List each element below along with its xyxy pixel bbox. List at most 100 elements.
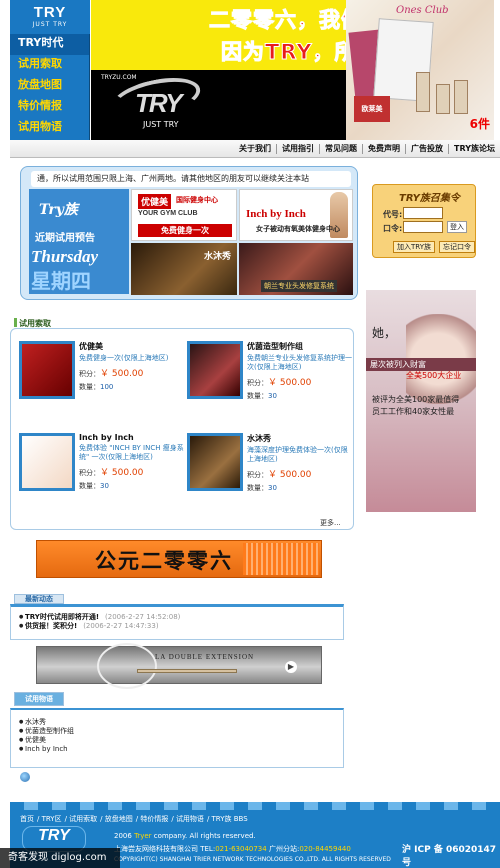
bath-label: 水沐秀 — [203, 252, 231, 262]
cosmetic-bottle-image — [416, 72, 430, 112]
story-item[interactable]: Inch by Inch — [19, 745, 335, 754]
stripe-decoration — [243, 543, 319, 575]
try-logo-banner: TRYZU.COM TRY JUST TRY — [91, 70, 346, 140]
gym-free-offer: 免费健身一次 — [138, 224, 232, 237]
try-tribe-logo: Try族 — [39, 202, 78, 218]
nav-item-trial-request[interactable]: 试用索取 — [10, 55, 89, 76]
link-faq[interactable]: 常见问题 — [319, 144, 362, 154]
product-showcase-image[interactable]: Ones Club 欧莱美 6件 — [346, 0, 494, 140]
stories-panel: 水沐秀 优菌造型制作组 优健美 Inch by Inch — [10, 708, 344, 768]
link-forum[interactable]: TRY族论坛 — [448, 144, 500, 154]
product-name[interactable]: 优菌造型制作组 — [247, 341, 353, 352]
link-advertising[interactable]: 广告投放 — [405, 144, 448, 154]
nav-item-store-map[interactable]: 放盘地图 — [10, 76, 89, 97]
inch-by-inch-ad[interactable]: Inch by Inch 女子被动有氧美体健身中心 — [239, 189, 353, 241]
code-label: 代号: — [383, 210, 403, 219]
rights-line: COPYRIGHT(C) SHANGHAI TRIER NETWORK TECH… — [114, 856, 391, 863]
salon-label: 朝兰专业头发修复系统 — [261, 280, 337, 292]
more-link[interactable]: 更多... — [320, 518, 341, 528]
news-item[interactable]: TRY时代试用即将开通!(2006-2-27 14:52:08) — [19, 613, 335, 622]
product-name[interactable]: Inch by Inch — [79, 433, 185, 442]
product-image[interactable] — [187, 341, 243, 399]
arrow-right-icon[interactable]: ▶ — [285, 661, 297, 673]
thursday-chinese-label: 星期四 — [31, 269, 91, 293]
story-item[interactable]: 优健美 — [19, 736, 335, 745]
gym-club-ad[interactable]: 优健美 国际健身中心 YOUR GYM CLUB 免费健身一次 — [131, 189, 237, 241]
forgot-password-button[interactable]: 忘记口令 — [439, 241, 475, 253]
logo-subtext: JUST TRY — [32, 21, 68, 28]
story-item[interactable]: 优菌造型制作组 — [19, 727, 335, 736]
link-disclaimer[interactable]: 免费声明 — [362, 144, 405, 154]
cosmetics-banner[interactable]: LA DOUBLE EXTENSION ▶ — [36, 643, 322, 689]
password-label: 口令: — [383, 224, 403, 233]
upcoming-trials-label: 近期试用预告 — [35, 233, 95, 244]
site-logo[interactable]: TRY JUST TRY — [10, 0, 90, 34]
product-image[interactable] — [187, 433, 243, 491]
gym-club-name: YOUR GYM CLUB — [138, 210, 198, 217]
footer-link-try-zone[interactable]: TRY区 — [42, 815, 62, 823]
product-image[interactable] — [19, 341, 75, 399]
try-logo-sub: JUST TRY — [143, 120, 179, 129]
product-quantity: 数量：100 — [79, 383, 114, 391]
news-panel: TRY时代试用即将开通!(2006-2-27 14:52:08) 供货报！奖积分… — [10, 604, 344, 640]
product-image[interactable] — [19, 433, 75, 491]
join-button[interactable]: 加入TRY族 — [393, 241, 435, 253]
stories-section-title: 试用物语 — [14, 692, 64, 706]
upcoming-trials-ad[interactable]: Try族 近期试用预告 Thursday 星期四 — [29, 189, 129, 294]
product-card[interactable]: 优菌造型制作组 免费朝兰专业头发修复系统护理一次(仅限上海地区) 积分：￥ 50… — [187, 341, 355, 411]
footer-links: 首页 / TRY区 / 试用索取 / 放盘地图 / 特价情报 / 试用物语 / TRY族 B… — [20, 815, 248, 823]
inch-subtitle: 女子被动有氧美体健身中心 — [256, 225, 340, 233]
product-card[interactable]: Inch by Inch 免费体验 "INCH BY INCH 瘦身系统" 一次… — [19, 433, 187, 503]
right-side-ad[interactable]: 她， 屡次被列入财富 全美500大企业 被评为全美100家最值得 员工工作和40… — [366, 290, 476, 512]
product-desc: 免费健身一次(仅限上海地区) — [79, 354, 169, 362]
product-name[interactable]: 水沐秀 — [247, 433, 353, 444]
thursday-label: Thursday — [31, 247, 99, 266]
footer-link-home[interactable]: 首页 — [20, 815, 34, 823]
link-trial-guide[interactable]: 试用指引 — [276, 144, 319, 154]
logo-text: TRY — [33, 4, 67, 21]
try-logo-word: TRY — [135, 88, 183, 118]
code-input[interactable] — [403, 207, 443, 219]
product-quantity: 数量：30 — [79, 482, 109, 490]
inch-title: Inch by Inch — [246, 208, 306, 220]
nav-item-try-era[interactable]: TRY时代 — [10, 34, 89, 55]
link-about-us[interactable]: 关于我们 — [234, 144, 276, 154]
product-count: 6件 — [469, 117, 490, 131]
product-card[interactable]: 水沐秀 海藻深度护理免费体验一次(仅限上海地区) 积分：￥ 500.00 数量：… — [187, 433, 355, 503]
cosmetics-banner-text: LA DOUBLE EXTENSION — [155, 653, 255, 661]
login-button[interactable]: 登入 — [447, 221, 467, 233]
product-quantity: 数量：30 — [247, 392, 277, 400]
footer-link-trial-request[interactable]: 试用索取 — [69, 815, 97, 823]
product-name[interactable]: 优健美 — [79, 341, 185, 352]
cosmetic-bottle-image — [454, 80, 468, 114]
bath-show-ad[interactable]: 水沐秀 — [131, 243, 237, 295]
ring-decoration — [97, 643, 157, 689]
ad-line-1: 她， — [372, 326, 397, 340]
product-quantity: 数量：30 — [247, 484, 277, 492]
top-link-bar: 关于我们 试用指引 常见问题 免费声明 广告投放 TRY族论坛 — [10, 140, 500, 158]
nav-item-trial-stories[interactable]: 试用物语 — [10, 118, 89, 139]
login-title: TRY族召集令 — [399, 193, 460, 204]
login-box: TRY族召集令 代号: 口令: 登入 加入TRY族 忘记口令 — [372, 184, 476, 258]
left-nav: TRY时代 试用索取 放盘地图 特价情报 试用物语 — [10, 34, 90, 140]
password-input[interactable] — [403, 221, 443, 233]
tryzu-url: TRYZU.COM — [101, 74, 137, 81]
ad-line-5: 员工工作和40家女性最 — [372, 407, 455, 416]
footer-link-trial-stories[interactable]: 试用物语 — [176, 815, 204, 823]
news-item[interactable]: 供货报！奖积分!(2006-2-27 14:47:33) — [19, 622, 335, 631]
mascara-image — [137, 669, 237, 673]
site-header: TRY JUST TRY TRY时代 试用索取 放盘地图 特价情报 试用物语 二… — [10, 0, 494, 140]
stats-globe-icon[interactable] — [20, 772, 30, 782]
footer-link-bbs[interactable]: TRY族 BBS — [212, 815, 248, 823]
story-item[interactable]: 水沐秀 — [19, 718, 335, 727]
salon-ad[interactable]: 朝兰专业头发修复系统 — [239, 243, 353, 295]
nav-item-special-offers[interactable]: 特价情报 — [10, 97, 89, 118]
product-card[interactable]: 优健美 免费健身一次(仅限上海地区) 积分：￥ 500.00 数量：100 — [19, 341, 187, 411]
watermark: 奇客发现 diglog.com — [0, 848, 120, 868]
footer-link-special-offers[interactable]: 特价情报 — [140, 815, 168, 823]
contact-line: 上海尝友网络科技有限公司 TEL:021-63040734 广州分站:020-8… — [114, 845, 351, 853]
footer-link-store-map[interactable]: 放盘地图 — [105, 815, 133, 823]
year-banner[interactable]: 公元二零零六 — [36, 540, 322, 578]
trial-products-panel: 优健美 免费健身一次(仅限上海地区) 积分：￥ 500.00 数量：100 优菌… — [10, 328, 354, 530]
ad-line-4: 被评为全美100家最值得 — [372, 395, 460, 404]
